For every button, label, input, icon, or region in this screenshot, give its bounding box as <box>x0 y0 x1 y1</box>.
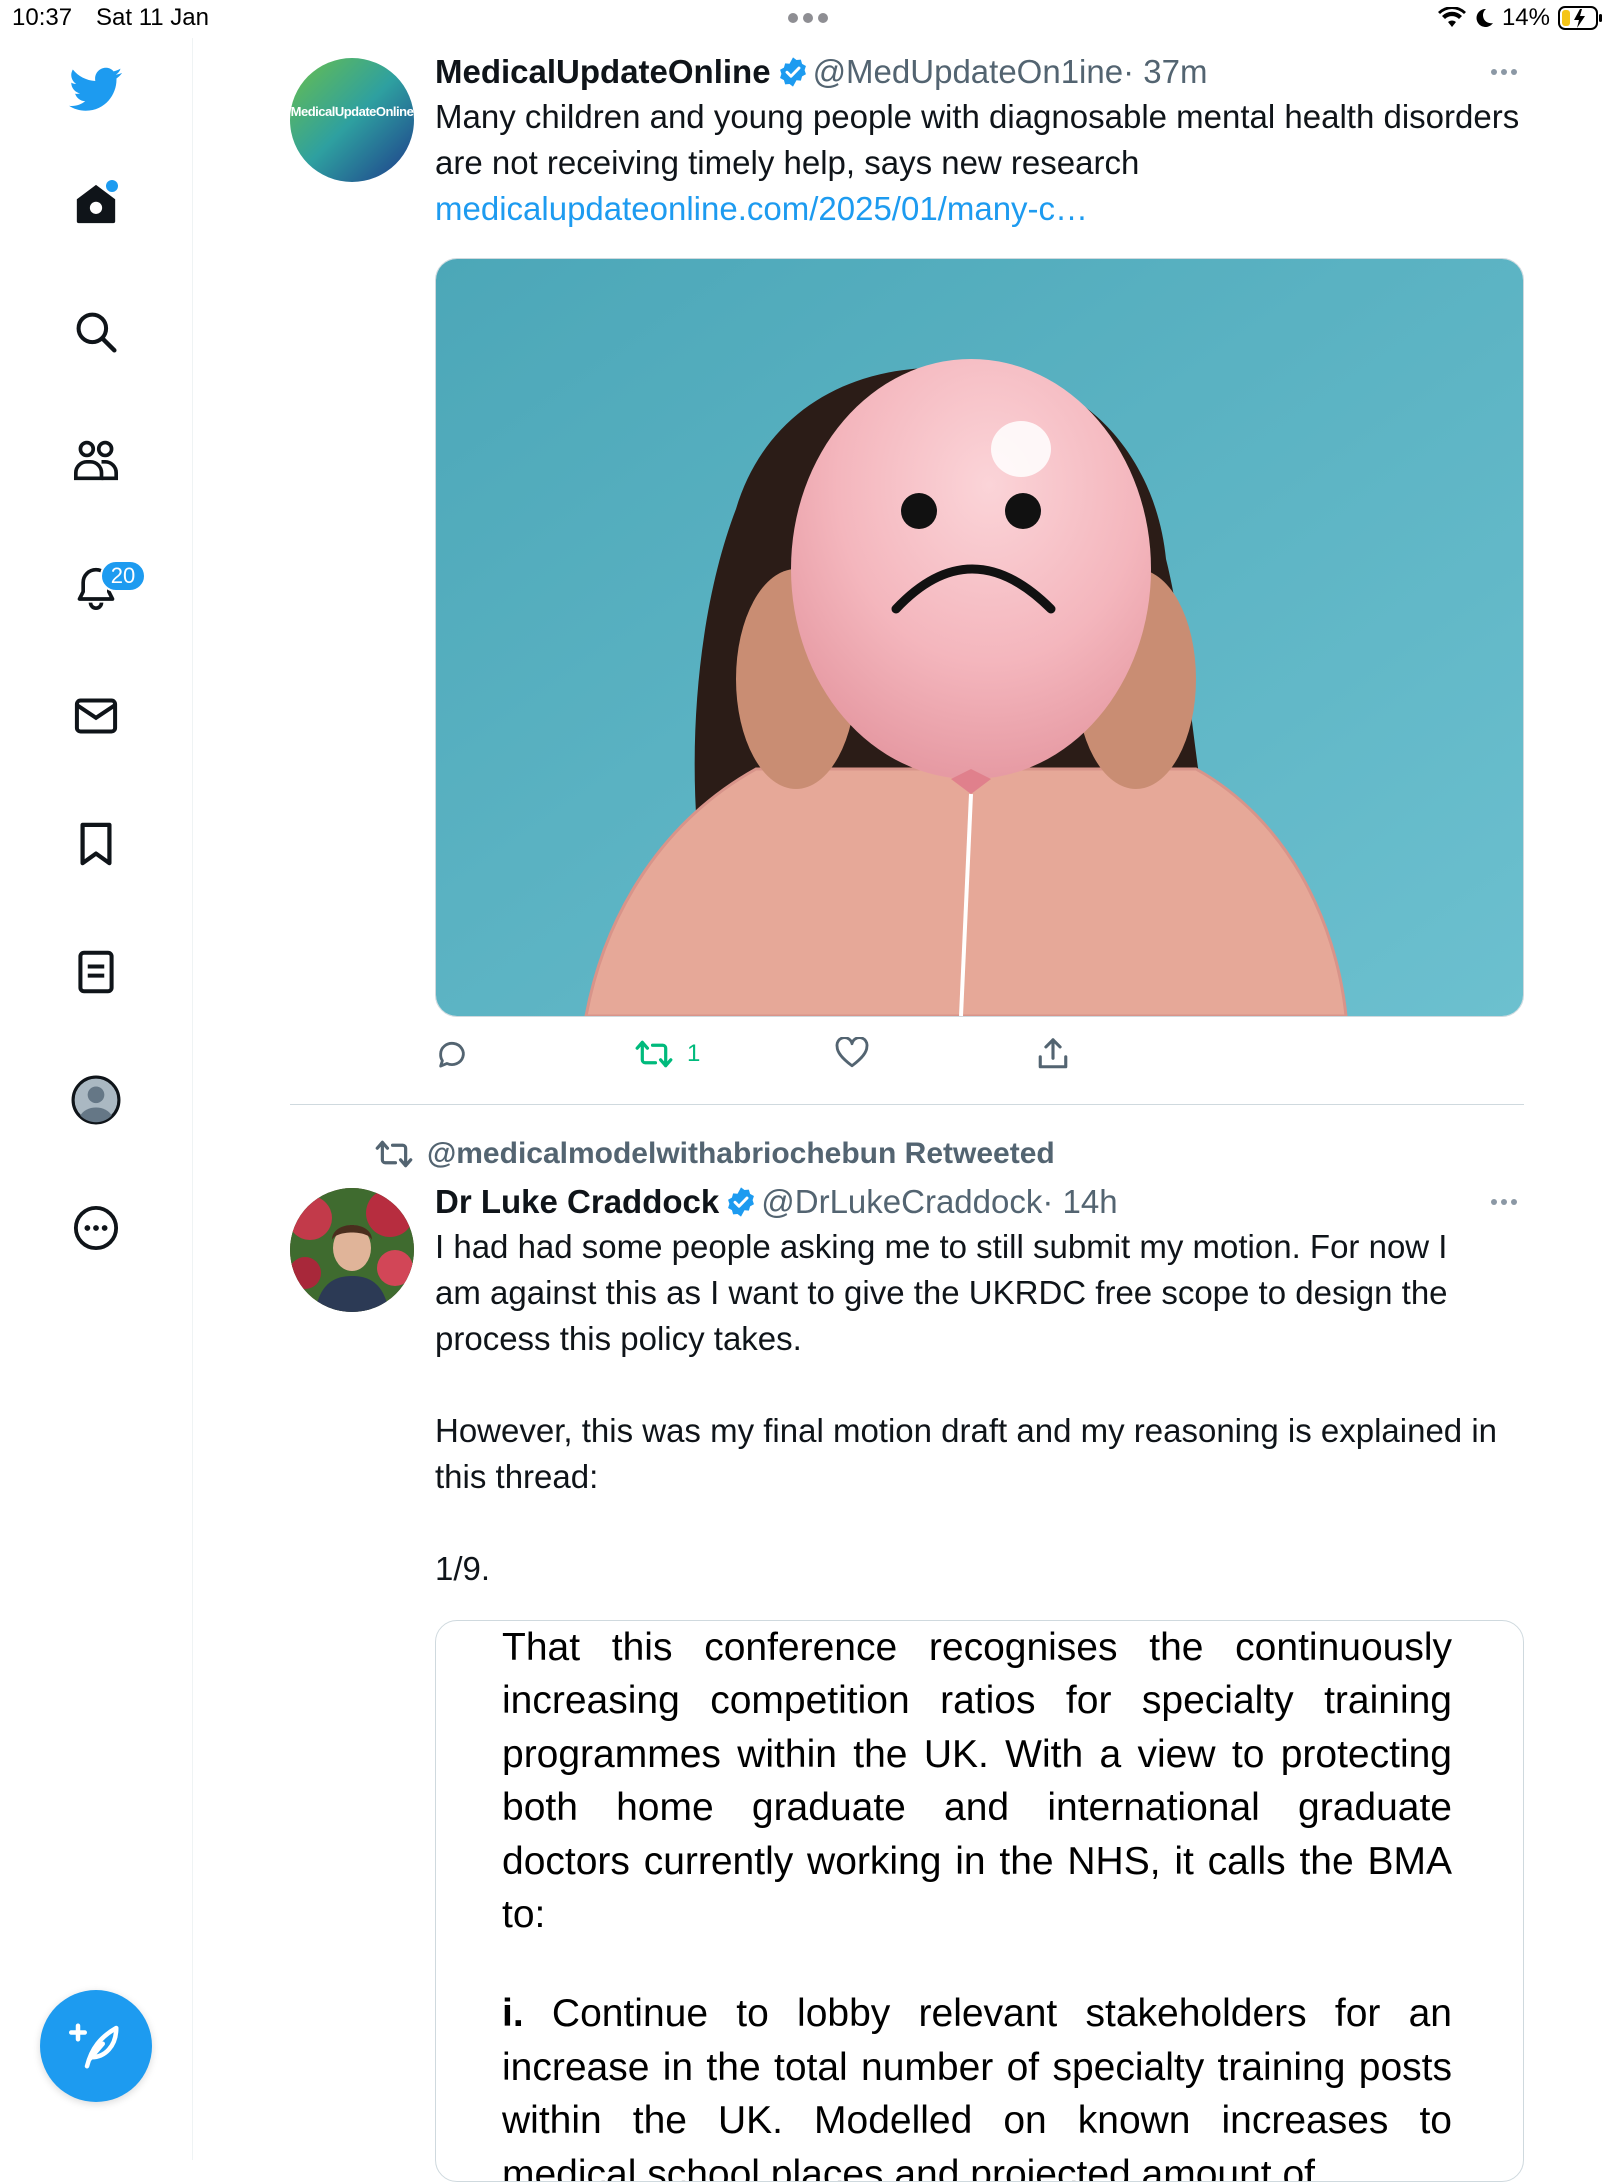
nav-profile[interactable] <box>56 1060 136 1140</box>
author-name[interactable]: MedicalUpdateOnline <box>435 53 771 90</box>
document-paragraph-item: i. Continue to lobby relevant stakeholde… <box>502 1987 1452 2182</box>
search-icon <box>76 312 117 353</box>
twitter-bird-icon <box>69 67 123 111</box>
tweet-text-paragraph: 1/9. <box>435 1550 491 1587</box>
multitasking-dots-icon[interactable] <box>788 10 833 28</box>
tweet-header: Dr Luke Craddock @DrLukeCraddock· 14h <box>435 1182 1524 1222</box>
retweet-count: 1 <box>687 1040 701 1067</box>
status-date: Sat 11 Jan <box>96 4 209 31</box>
nav-notifications[interactable]: 20 <box>56 548 146 628</box>
verified-badge-icon <box>728 1187 755 1217</box>
document-item-label: i. <box>502 1992 524 2036</box>
like-button[interactable] <box>835 1037 869 1069</box>
nav-search[interactable] <box>56 292 136 372</box>
profile-avatar-icon <box>71 1075 121 1125</box>
tweet-link[interactable]: medicalupdateonline.com/2025/01/many-c… <box>435 186 1524 232</box>
document-text: That this conference recognises the cont… <box>502 1621 1452 2182</box>
bookmark-icon <box>80 822 112 866</box>
reply-button[interactable] <box>435 1037 469 1071</box>
tweet-more-button[interactable] <box>1484 52 1524 92</box>
tweet-divider <box>290 1104 1524 1105</box>
compose-feather-icon <box>69 2023 119 2069</box>
retweet-icon <box>635 1040 673 1068</box>
tweet-actions: 1 <box>435 1037 1135 1081</box>
share-button[interactable] <box>1037 1037 1069 1071</box>
tweet-time: · 14h <box>1042 1183 1118 1220</box>
battery-charging-icon <box>1558 6 1602 30</box>
author-name[interactable]: Dr Luke Craddock <box>435 1183 719 1220</box>
retweeted-by-label: @medicalmodelwithabriochebun Retweeted <box>427 1137 1055 1170</box>
tweet-text-paragraph: However, this was my final motion draft … <box>435 1412 1507 1495</box>
tweet-text-paragraph: I had had some people asking me to still… <box>435 1228 1457 1357</box>
status-right: 14% <box>1437 4 1604 32</box>
avatar[interactable] <box>290 1188 414 1312</box>
avatar-photo-image <box>290 1188 414 1312</box>
communities-icon <box>74 440 118 481</box>
heart-icon <box>835 1037 869 1068</box>
tweet-more-button[interactable] <box>1484 1182 1524 1222</box>
battery-percent: 14% <box>1501 4 1550 31</box>
retweeted-by-row[interactable]: @medicalmodelwithabriochebun Retweeted <box>375 1134 1055 1174</box>
status-bar: 10:37 Sat 11 Jan 14% <box>0 0 1620 38</box>
reply-icon <box>439 1041 465 1068</box>
nav-messages[interactable] <box>56 676 136 756</box>
nav-home[interactable] <box>56 164 136 244</box>
tweet-header: MedicalUpdateOnline @MedUpdateOn1ine· 37m <box>435 52 1524 92</box>
nav-more[interactable] <box>56 1188 136 1268</box>
nav-communities[interactable] <box>56 420 136 500</box>
sidebar: 20 <box>0 38 193 2160</box>
share-icon <box>1038 1038 1068 1069</box>
document-item-text: Continue to lobby relevant stakeholders … <box>502 1992 1452 2182</box>
status-time: 10:37 <box>12 4 73 31</box>
moon-icon <box>1476 8 1493 27</box>
messages-envelope-icon <box>74 698 118 734</box>
avatar[interactable]: MedicalUpdateOnline <box>290 58 414 182</box>
lists-icon <box>78 950 114 994</box>
compose-tweet-button[interactable] <box>40 1990 152 2102</box>
tweet-image[interactable] <box>435 258 1524 1017</box>
home-unread-dot <box>106 180 118 192</box>
twitter-logo-button[interactable] <box>56 50 136 130</box>
wifi-icon <box>1437 7 1466 27</box>
tweet-document-image[interactable]: That this conference recognises the cont… <box>435 1620 1524 2182</box>
author-handle[interactable]: @DrLukeCraddock <box>761 1183 1042 1220</box>
tweet-text: Many children and young people with diag… <box>435 98 1529 181</box>
nav-bookmarks[interactable] <box>56 804 136 884</box>
notification-count-badge: 20 <box>100 560 146 592</box>
retweet-indicator-icon <box>375 1140 413 1168</box>
avatar-logo-text: MedicalUpdateOnline <box>290 104 414 119</box>
author-handle[interactable]: @MedUpdateOn1ine <box>813 53 1124 90</box>
tweet-time: · 37m <box>1123 53 1208 90</box>
verified-badge-icon <box>779 57 806 87</box>
document-paragraph: That this conference recognises the cont… <box>502 1626 1452 1937</box>
more-circle-icon <box>73 1205 119 1251</box>
retweet-button[interactable]: 1 <box>635 1037 700 1071</box>
nav-lists[interactable] <box>56 932 136 1012</box>
photo-woman-balloon-image <box>436 259 1523 1016</box>
